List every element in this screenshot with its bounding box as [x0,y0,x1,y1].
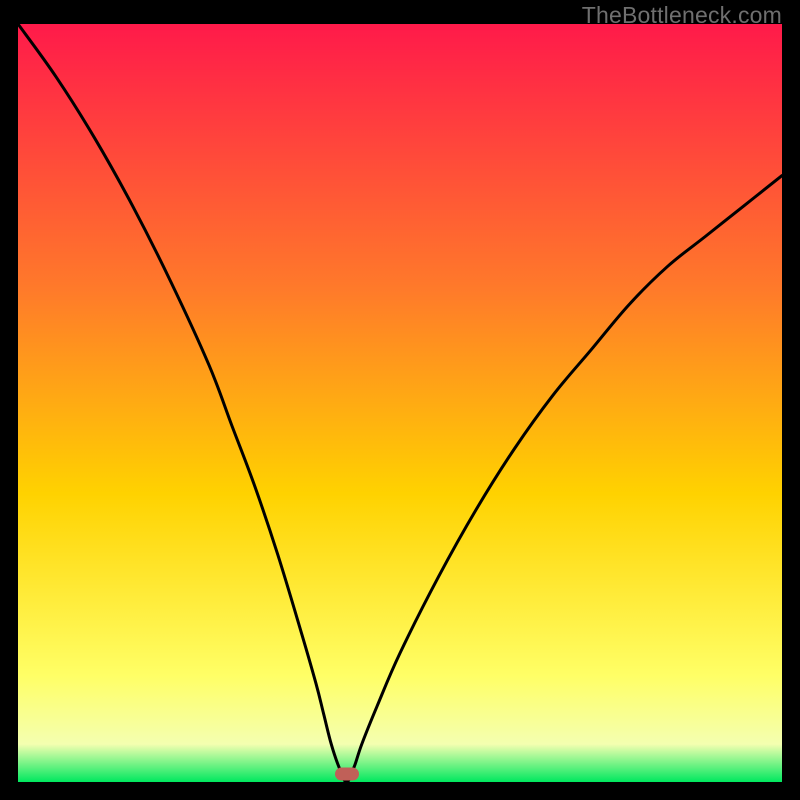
gradient-background [18,24,782,782]
bottleneck-chart [18,24,782,782]
chart-frame [18,24,782,782]
minimum-marker [335,768,359,781]
